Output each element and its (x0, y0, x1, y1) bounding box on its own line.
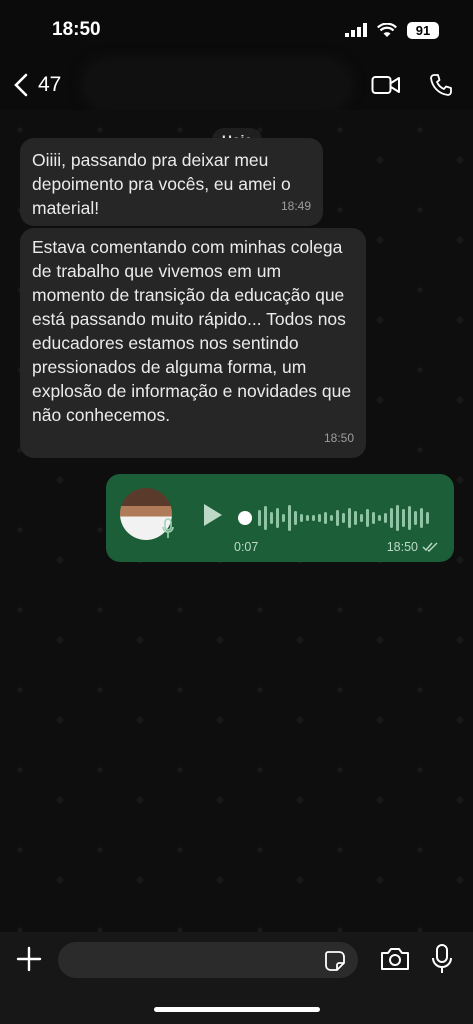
status-bar: 18:50 91 (0, 0, 473, 60)
sticker-icon[interactable] (324, 950, 346, 972)
mic-icon[interactable] (432, 944, 452, 974)
chat-area[interactable]: Hoje Oiiii, passando pra deixar meu depo… (0, 110, 473, 932)
video-call-icon[interactable] (371, 75, 401, 95)
message-text: Oiiii, passando pra deixar meu depoiment… (32, 150, 291, 218)
outgoing-voice-message[interactable]: 0:07 18:50 (106, 474, 454, 562)
status-icons: 91 (345, 21, 439, 39)
incoming-message[interactable]: Oiiii, passando pra deixar meu depoiment… (20, 138, 323, 226)
contact-info-redacted[interactable] (87, 63, 348, 107)
back-chevron-icon (14, 73, 28, 97)
plus-icon[interactable] (16, 946, 42, 972)
message-time: 18:50 (323, 431, 354, 445)
incoming-message[interactable]: Estava comentando com minhas colega de t… (20, 228, 366, 458)
message-text: Estava comentando com minhas colega de t… (32, 237, 352, 425)
battery-indicator: 91 (407, 21, 439, 39)
unread-count: 47 (38, 73, 62, 96)
header-actions (371, 73, 459, 97)
mic-badge-icon (162, 518, 174, 538)
message-time: 18:49 (280, 199, 311, 213)
chat-header: 47 (0, 60, 473, 110)
audio-waveform[interactable] (256, 496, 436, 540)
wifi-icon (377, 22, 397, 37)
voice-call-icon[interactable] (429, 73, 453, 97)
message-time: 18:50 (386, 540, 418, 554)
double-check-icon (422, 542, 438, 552)
message-meta: 18:50 (387, 540, 438, 554)
status-time: 18:50 (52, 19, 101, 40)
voice-duration: 0:07 (234, 540, 259, 554)
camera-icon[interactable] (380, 946, 410, 972)
signal-icon (345, 23, 367, 37)
playback-scrubber[interactable] (238, 511, 252, 525)
back-button[interactable]: 47 (14, 73, 61, 97)
home-indicator (154, 1007, 320, 1012)
composer-bar (0, 932, 473, 1024)
message-input[interactable] (58, 942, 358, 978)
play-icon[interactable] (202, 502, 224, 528)
